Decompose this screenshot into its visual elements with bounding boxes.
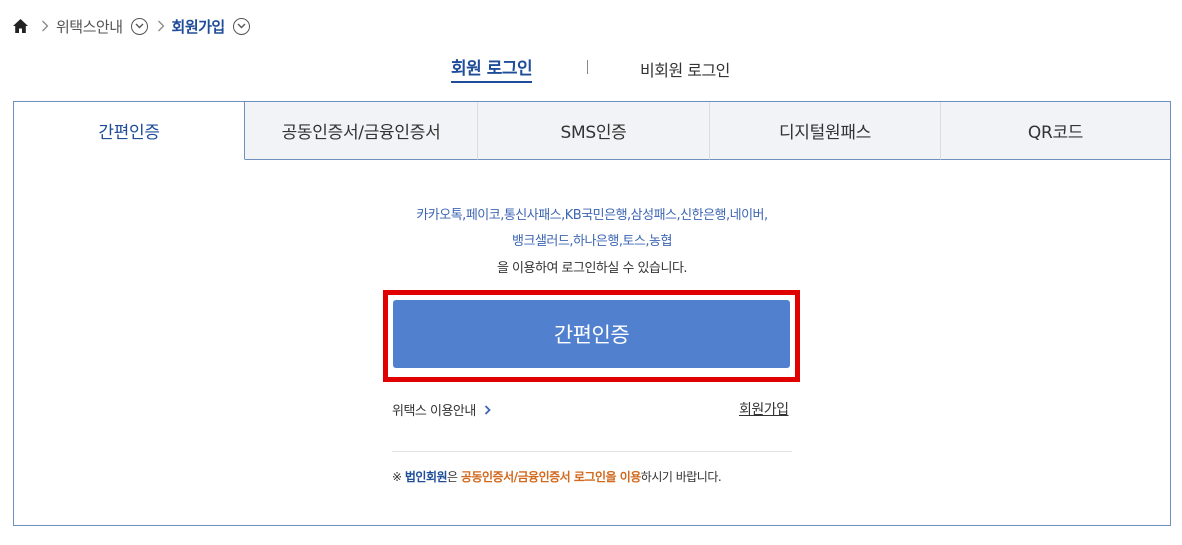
login-type-switch: 회원 로그인 비회원 로그인 xyxy=(0,54,1182,83)
chevron-right-icon xyxy=(154,18,168,34)
signup-link[interactable]: 회원가입 xyxy=(739,399,789,419)
providers-text: 뱅크샐러드,하나은행,토스,농협 xyxy=(512,234,672,249)
circle-chevron-down-icon[interactable] xyxy=(130,17,148,35)
home-icon[interactable] xyxy=(12,18,28,34)
notice-corporate: 법인회원 xyxy=(404,470,448,484)
notice-text: 은 xyxy=(447,470,461,484)
chevron-right-icon xyxy=(38,18,52,34)
tab-sms[interactable]: SMS인증 xyxy=(477,102,709,160)
member-login-link[interactable]: 회원 로그인 xyxy=(451,54,533,83)
breadcrumb: 위택스안내 회원가입 xyxy=(12,14,250,38)
corporate-notice: ※ 법인회원은 공동인증서/금융인증서 로그인을 이용하시기 바랍니다. xyxy=(392,468,722,485)
breadcrumb-item-wetax-guide[interactable]: 위택스안내 xyxy=(56,16,123,37)
login-panel: 간편인증 공동인증서/금융인증서 SMS인증 디지털원패스 QR코드 카카오톡,… xyxy=(13,101,1171,526)
auth-method-tabs: 간편인증 공동인증서/금융인증서 SMS인증 디지털원패스 QR코드 xyxy=(14,102,1170,160)
notice-text: 하시기 바랍니다. xyxy=(640,470,722,484)
simple-auth-button[interactable]: 간편인증 xyxy=(393,300,790,368)
switch-divider xyxy=(587,60,588,74)
description-text: 을 이용하여 로그인하실 수 있습니다. xyxy=(496,261,688,276)
tab-qr-code[interactable]: QR코드 xyxy=(940,102,1170,160)
tab-simple-auth[interactable]: 간편인증 xyxy=(14,102,245,160)
tab-digital-onepass[interactable]: 디지털원패스 xyxy=(709,102,940,160)
tab-certificate[interactable]: 공동인증서/금융인증서 xyxy=(245,102,477,160)
circle-chevron-down-icon[interactable] xyxy=(232,17,250,35)
divider xyxy=(392,451,792,452)
nonmember-login-link[interactable]: 비회원 로그인 xyxy=(640,57,730,81)
wetax-guide-link[interactable]: 위택스 이용안내 xyxy=(392,400,491,419)
breadcrumb-item-signup: 회원가입 xyxy=(171,17,226,36)
chevron-right-icon xyxy=(484,404,491,415)
notice-cert-login: 공동인증서/금융인증서 로그인을 이용 xyxy=(460,470,641,484)
guide-link-label: 위택스 이용안내 xyxy=(392,404,476,419)
providers-text: 카카오톡,페이코,통신사패스,KB국민은행,삼성패스,신한은행,네이버, xyxy=(416,208,768,223)
notice-mark: ※ xyxy=(392,470,405,484)
